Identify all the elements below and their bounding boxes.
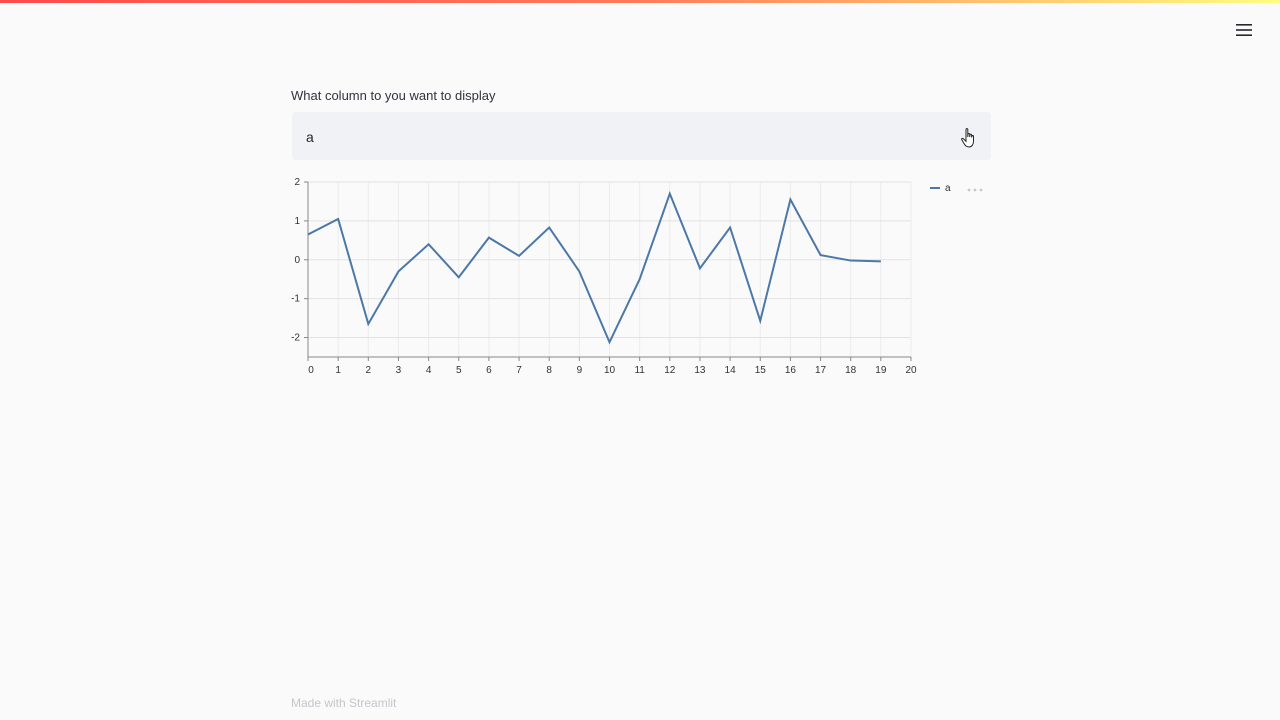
x-tick-label: 10 [604,365,616,376]
footer-made-with[interactable]: Made with Streamlit [291,696,396,710]
x-tick-label: 1 [335,365,341,376]
y-tick-label: 1 [294,216,300,227]
x-tick-label: 14 [725,365,737,376]
top-decoration-bar [0,0,1280,3]
hamburger-menu-icon [1236,24,1252,36]
x-tick-label: 7 [516,365,522,376]
chart-series [307,190,881,345]
chart-canvas: 0 1 2 3 4 5 6 7 8 9 10 11 12 13 14 15 16 17 18 19 20210-1-2 … [291,177,983,376]
selectbox-value: a [306,129,314,145]
x-tick-label: 4 [426,365,432,376]
y-tick-label: 2 [294,177,300,188]
x-tick-label: 6 [486,365,492,376]
x-tick-label: 2 [366,365,372,376]
select-label: What column to you want to display [291,88,496,103]
more-actions-icon[interactable] [967,188,983,192]
x-tick-label: 11 [634,365,645,376]
x-tick-label: 8 [546,365,552,376]
chart-axes: 0 1 2 3 4 5 6 7 8 9 10 11 12 13 14 15 16 17 18 19 20210-1-2 [291,177,917,376]
chart-grid [307,181,912,358]
x-tick-label: 3 [396,365,402,376]
x-tick-label: 20 [905,365,917,376]
x-tick-label: 19 [875,365,887,376]
x-tick-label: 0 [308,365,314,376]
x-tick-label: 16 [785,365,797,376]
column-selectbox[interactable]: a [292,112,991,160]
series-line-a[interactable] [307,190,881,345]
x-tick-label: 13 [694,365,706,376]
x-tick-label: 18 [845,365,857,376]
chart-legend: a [930,183,983,194]
x-tick-label: 5 [456,365,462,376]
main-menu-button[interactable] [1232,20,1256,40]
x-tick-label: 9 [577,365,583,376]
y-tick-label: -1 [291,294,300,305]
x-tick-label: 15 [755,365,767,376]
legend-label: a [945,183,951,194]
x-tick-label: 12 [664,365,676,376]
y-tick-label: 0 [294,255,300,266]
x-tick-label: 17 [815,365,827,376]
line-chart[interactable]: 0 1 2 3 4 5 6 7 8 9 10 11 12 13 14 15 16 17 18 19 20 2 1 0 -1 -2 … [291,175,991,385]
pointer-hand-icon [961,128,974,148]
y-tick-label: -2 [291,333,300,344]
